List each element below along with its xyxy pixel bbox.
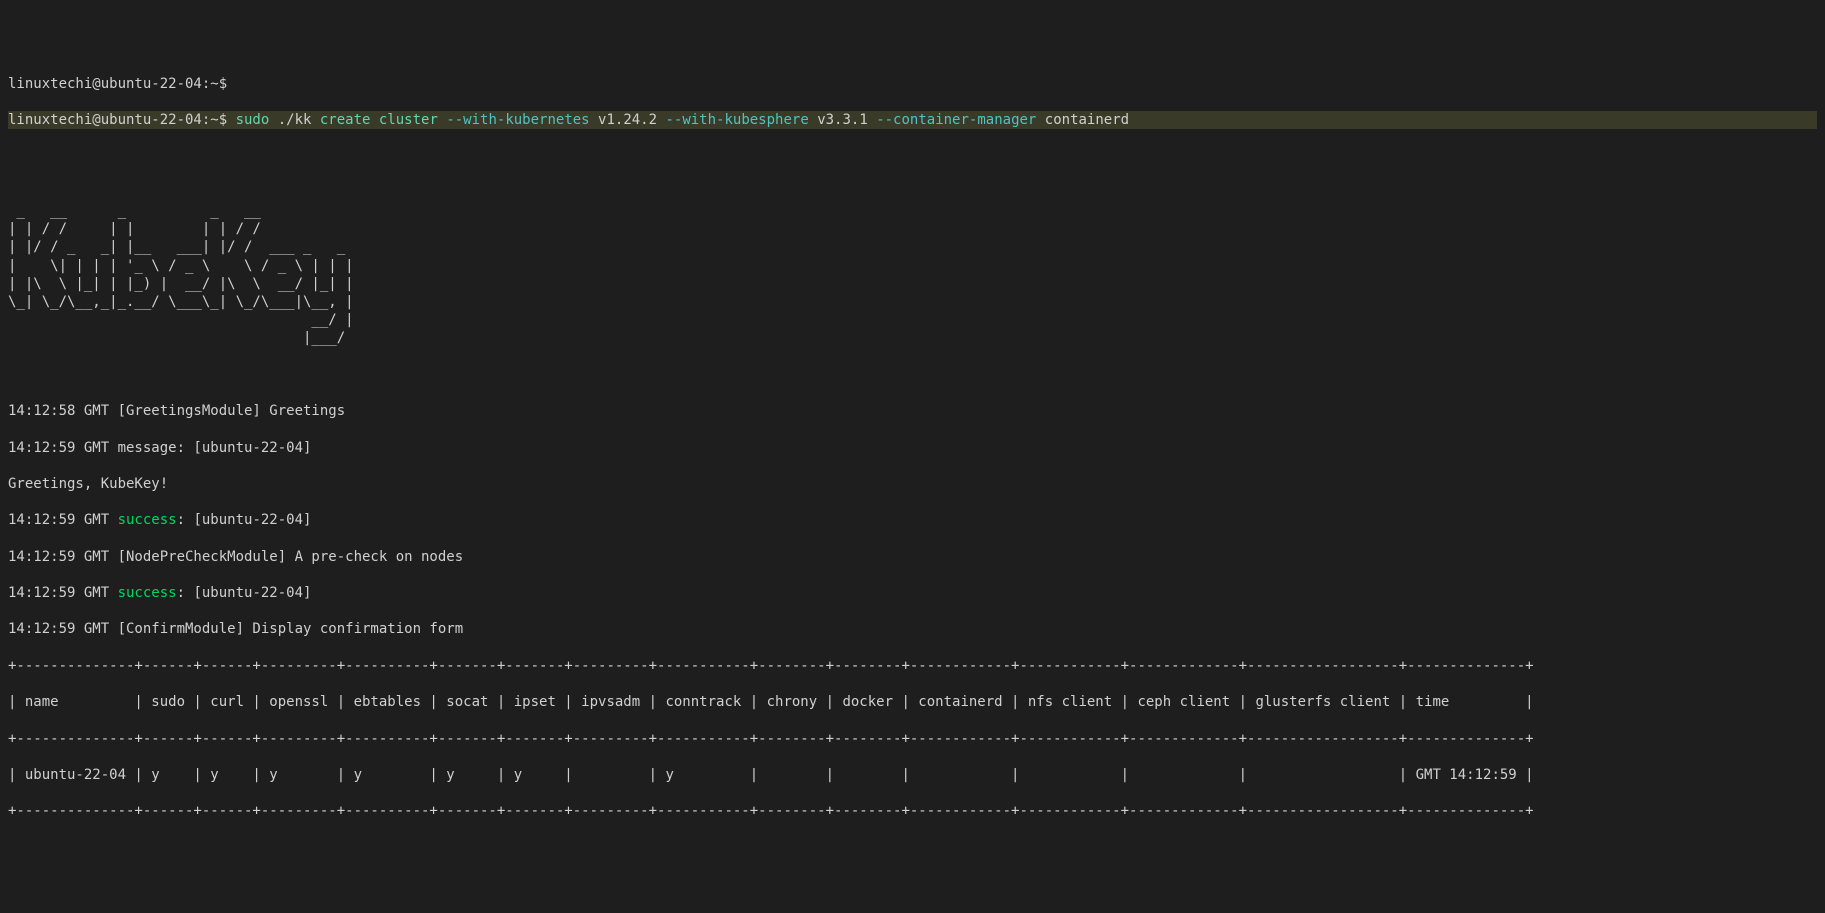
command-line: linuxtechi@ubuntu-22-04:~$ sudo ./kk cre… xyxy=(8,111,1817,129)
cmd-flag1: --with-kubernetes xyxy=(446,112,589,128)
table-border-bottom: +--------------+------+------+---------+… xyxy=(8,802,1817,820)
blank-line xyxy=(8,129,1817,147)
log-ts-4: 14:12:59 GMT xyxy=(8,512,118,528)
blank-line xyxy=(8,366,1817,384)
log-line-7: 14:12:59 GMT [ConfirmModule] Display con… xyxy=(8,620,1817,638)
log-ts-6: 14:12:59 GMT xyxy=(8,585,118,601)
cmd-flag3: --container-manager xyxy=(876,112,1036,128)
cmd-binary: ./kk xyxy=(269,112,320,128)
cmd-val1: v1.24.2 xyxy=(590,112,666,128)
log-line-6: 14:12:59 GMT success: [ubuntu-22-04] xyxy=(8,584,1817,602)
cmd-flag2: --with-kubesphere xyxy=(665,112,808,128)
prompt-2: linuxtechi@ubuntu-22-04:~$ xyxy=(8,112,236,128)
prompt-line-1: linuxtechi@ubuntu-22-04:~$ xyxy=(8,75,1817,93)
log-line-3: Greetings, KubeKey! xyxy=(8,475,1817,493)
table-border-mid: +--------------+------+------+---------+… xyxy=(8,730,1817,748)
cmd-action: create cluster xyxy=(320,112,446,128)
table-header: | name | sudo | curl | openssl | ebtable… xyxy=(8,693,1817,711)
table-row: | ubuntu-22-04 | y | y | y | y | y | y |… xyxy=(8,766,1817,784)
log-line-2: 14:12:59 GMT message: [ubuntu-22-04] xyxy=(8,439,1817,457)
log-line-5: 14:12:59 GMT [NodePreCheckModule] A pre-… xyxy=(8,548,1817,566)
log-success-6: success xyxy=(118,585,177,601)
kubekey-ascii-art: _ __ _ _ __ | | / / | | | | / / | |/ / _… xyxy=(8,202,1817,348)
log-success-4: success xyxy=(118,512,177,528)
log-tail-6: : [ubuntu-22-04] xyxy=(177,585,312,601)
cmd-val2: v3.3.1 xyxy=(809,112,876,128)
log-line-4: 14:12:59 GMT success: [ubuntu-22-04] xyxy=(8,511,1817,529)
cmd-sudo: sudo xyxy=(236,112,270,128)
cmd-val3: containerd xyxy=(1036,112,1129,128)
log-tail-4: : [ubuntu-22-04] xyxy=(177,512,312,528)
blank-line xyxy=(8,166,1817,184)
table-border-top: +--------------+------+------+---------+… xyxy=(8,657,1817,675)
log-line-1: 14:12:58 GMT [GreetingsModule] Greetings xyxy=(8,402,1817,420)
